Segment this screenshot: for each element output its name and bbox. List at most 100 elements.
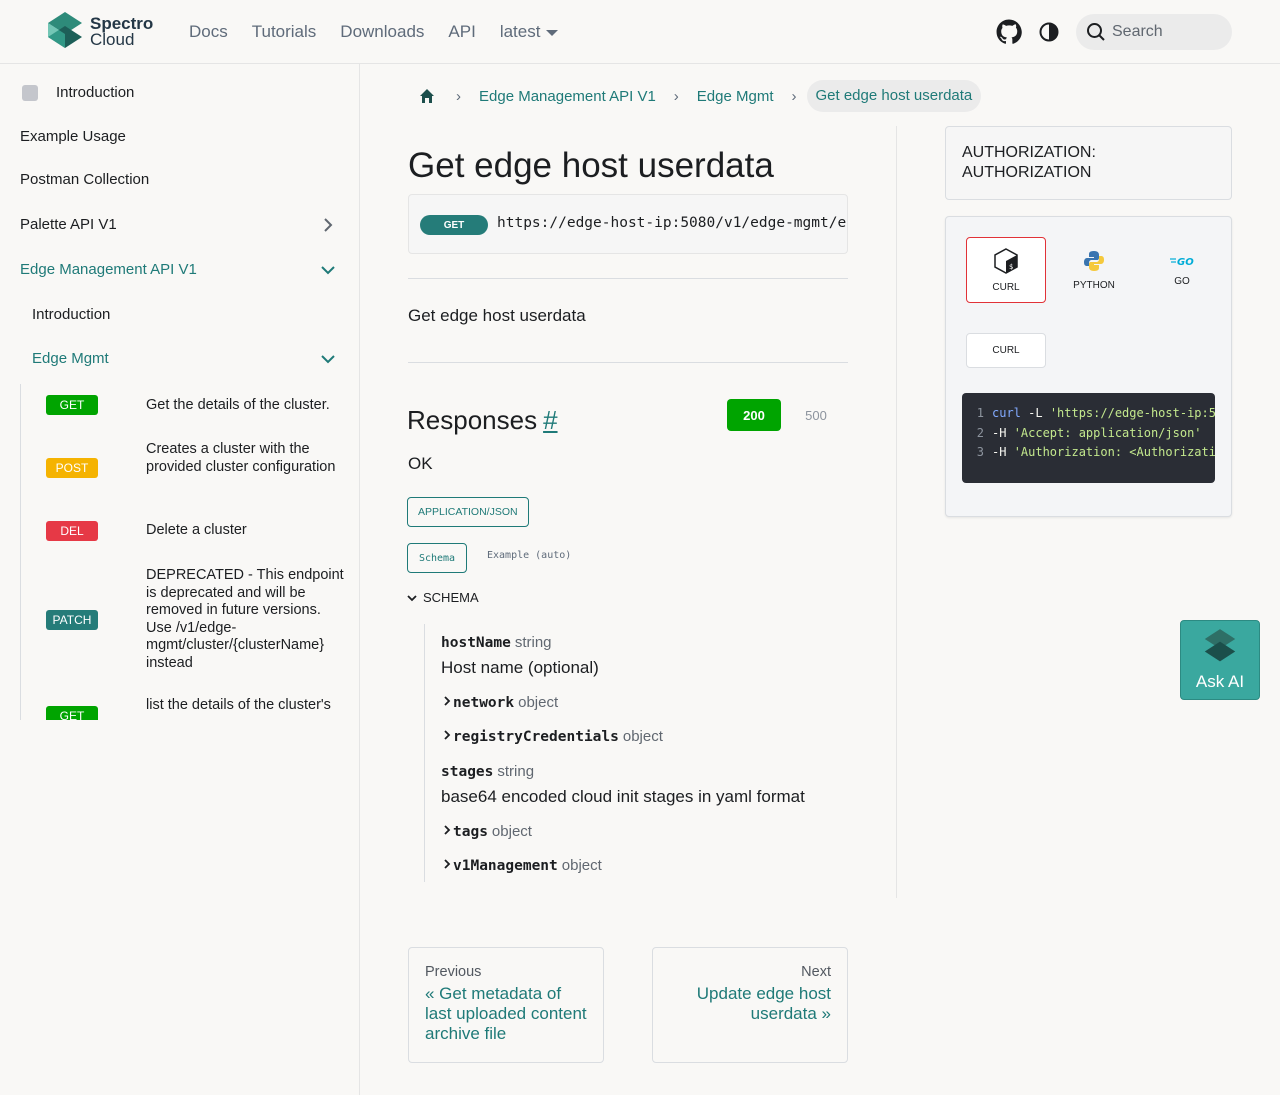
operation-list: GET Get the details of the cluster. POST…	[20, 384, 345, 720]
property-type: string	[514, 634, 552, 651]
version-dropdown[interactable]: latest	[500, 22, 559, 42]
sidebar-item-edge-mgmt[interactable]: Edge Mgmt	[32, 350, 109, 367]
property-name: v1Management	[453, 858, 558, 874]
line-number: 3	[976, 445, 984, 459]
search-button[interactable]: Search	[1076, 14, 1232, 50]
ask-ai-label: Ask AI	[1195, 672, 1245, 691]
property-type: object	[622, 728, 663, 745]
endpoint-url: https://edge-host-ip:5080/v1/edge-mgmt/e…	[497, 215, 847, 231]
method-badge: PATCH	[46, 610, 98, 630]
schema-toggle[interactable]: SCHEMA	[407, 590, 479, 605]
sidebar-item-edge-mgmt-api[interactable]: Edge Management API V1	[20, 261, 197, 278]
code-block[interactable]: 1 curl -L 'https://edge-host-ip:5080/v1/e…	[962, 393, 1215, 483]
brand-line2: Cloud	[90, 30, 135, 49]
schema-property[interactable]: registryCredentials object	[441, 728, 663, 745]
endpoint-box: GET https://edge-host-ip:5080/v1/edge-mg…	[408, 194, 848, 254]
schema-property: stages string	[441, 763, 534, 780]
lang-label: CURL	[992, 281, 1020, 293]
property-description: Host name (optional)	[441, 658, 599, 677]
spectro-logo[interactable]: Spectro Cloud	[46, 12, 153, 52]
chevron-down-icon[interactable]	[318, 349, 338, 369]
sidebar-item-introduction[interactable]: Introduction	[56, 84, 134, 101]
chevron-right-icon	[444, 696, 451, 706]
breadcrumb: › Edge Management API V1 › Edge Mgmt › G…	[408, 80, 982, 112]
status-tab-200[interactable]: 200	[727, 399, 781, 431]
property-name: stages	[441, 764, 494, 780]
authorization-box: AUTHORIZATION: AUTHORIZATION	[945, 126, 1232, 200]
content-type-tab[interactable]: APPLICATION/JSON	[407, 497, 529, 527]
property-name: hostName	[441, 635, 511, 651]
chevron-right-icon	[444, 859, 451, 869]
status-tab-500[interactable]: 500	[796, 399, 836, 431]
schema-property[interactable]: network object	[441, 694, 558, 711]
page-title: Get edge host userdata	[408, 146, 774, 185]
python-icon	[1084, 250, 1104, 271]
sidebar-item-edge-introduction[interactable]: Introduction	[32, 306, 110, 323]
property-type: object	[518, 694, 559, 711]
pager-label: Update edge host userdata »	[696, 984, 831, 1023]
code-string: 'Accept: application/json'	[1013, 425, 1202, 440]
nav-api[interactable]: API	[448, 22, 475, 42]
schema-property[interactable]: v1Management object	[441, 857, 602, 874]
endpoint-summary: Get edge host userdata	[408, 306, 586, 325]
operation-label: list the details of the cluster's	[146, 697, 331, 713]
version-label: latest	[499, 22, 541, 41]
anchor-link[interactable]: #	[543, 405, 557, 435]
lang-tab-go[interactable]: GO GO	[1142, 237, 1222, 303]
intro-icon	[22, 85, 38, 101]
code-line: 3 -H 'Authorization: <Authorization>'	[962, 445, 1215, 465]
svg-text:GO: GO	[1177, 257, 1194, 268]
property-type: object	[561, 857, 602, 874]
chevron-down-icon[interactable]	[318, 260, 338, 280]
pager-previous[interactable]: Previous « Get metadata of last uploaded…	[408, 947, 604, 1063]
nav-tutorials[interactable]: Tutorials	[252, 22, 317, 42]
schema-property[interactable]: tags object	[441, 823, 532, 840]
navbar: Spectro Cloud Docs Tutorials Downloads A…	[0, 0, 1280, 64]
breadcrumb-item[interactable]: Edge Management API V1	[471, 88, 664, 105]
search-placeholder: Search	[1112, 23, 1163, 40]
pager-sublabel: Previous	[425, 964, 482, 980]
variant-tab-curl[interactable]: CURL	[966, 333, 1046, 368]
sidebar-item-palette-api[interactable]: Palette API V1	[20, 216, 117, 233]
property-name: registryCredentials	[453, 729, 619, 745]
responses-heading: Responses #	[407, 405, 558, 436]
divider	[408, 362, 848, 363]
go-icon: GO	[1170, 257, 1194, 268]
code-args: -L	[1020, 406, 1050, 420]
example-tab[interactable]: Example (auto)	[487, 550, 571, 561]
divider	[408, 278, 848, 279]
code-string: 'https://edge-host-ip:5080/v1/edge-mgmt/…	[1049, 406, 1215, 420]
operation-label: Creates a cluster with the provided clus…	[146, 441, 336, 475]
sidebar-item-example-usage[interactable]: Example Usage	[20, 128, 126, 145]
sidebar-item-postman[interactable]: Postman Collection	[20, 171, 149, 188]
method-badge: GET	[420, 215, 488, 235]
status-description: OK	[408, 454, 433, 473]
sidebar: Introduction Example Usage Postman Colle…	[0, 64, 360, 1095]
property-type: string	[497, 763, 535, 780]
lang-tab-python[interactable]: PYTHON	[1054, 237, 1134, 303]
schema-tab[interactable]: Schema	[407, 543, 467, 573]
code-string: 'Authorization: <Authorization>'	[1013, 445, 1215, 459]
operation-label: Delete a cluster	[146, 522, 247, 538]
github-icon[interactable]	[996, 19, 1022, 45]
svg-text:$: $	[1009, 263, 1013, 271]
ask-ai-button[interactable]: Ask AI	[1180, 620, 1260, 700]
nav-docs[interactable]: Docs	[189, 22, 228, 42]
property-name: tags	[453, 824, 488, 840]
method-badge: GET	[46, 395, 98, 415]
method-badge: POST	[46, 458, 98, 478]
chevron-right-icon[interactable]	[318, 215, 338, 235]
pager-label: « Get metadata of last uploaded content …	[425, 984, 587, 1043]
property-description: base64 encoded cloud init stages in yaml…	[441, 787, 805, 806]
nav-downloads[interactable]: Downloads	[340, 22, 424, 42]
search-icon	[1087, 23, 1105, 41]
breadcrumb-home[interactable]	[408, 80, 446, 112]
pager-next[interactable]: Next Update edge host userdata »	[652, 947, 848, 1063]
breadcrumb-item[interactable]: Edge Mgmt	[689, 88, 782, 105]
code-args: -H	[992, 445, 1014, 459]
caret-down-icon	[546, 29, 559, 36]
theme-toggle-icon[interactable]	[1039, 22, 1059, 42]
code-command: curl	[992, 406, 1021, 420]
lang-tab-curl[interactable]: $ CURL	[966, 237, 1046, 303]
operation-label: Get the details of the cluster.	[146, 397, 330, 413]
